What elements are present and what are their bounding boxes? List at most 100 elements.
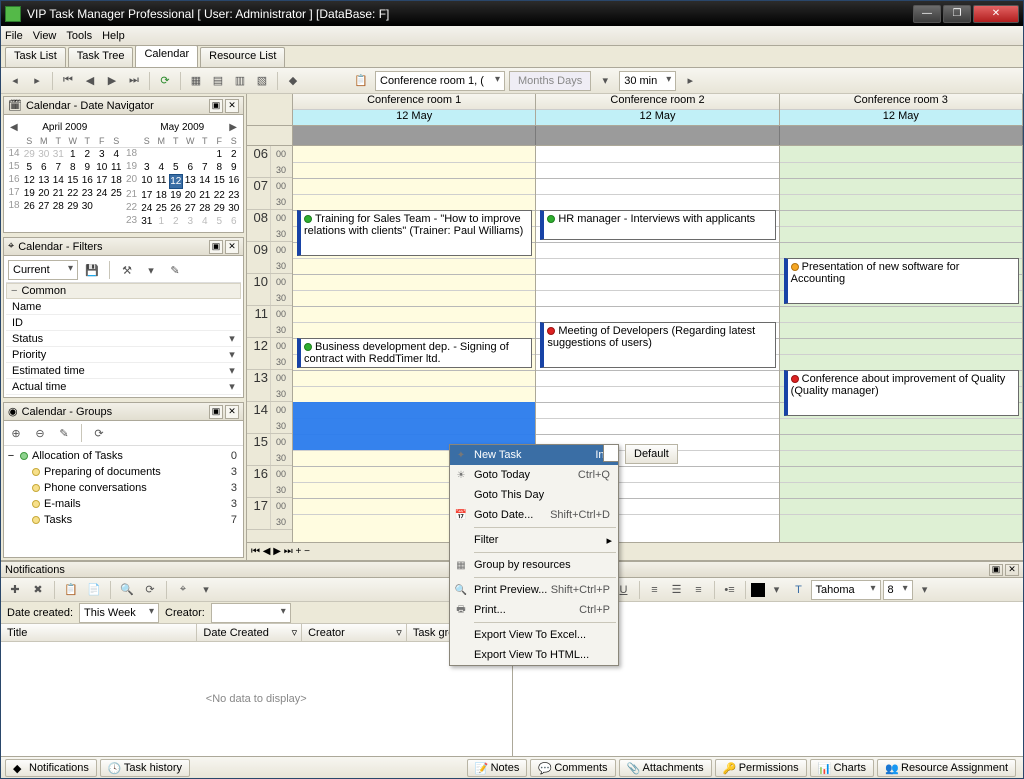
group-item[interactable]: Preparing of documents3 xyxy=(6,464,241,480)
calendar-day[interactable]: 10 xyxy=(140,174,155,189)
calendar-day[interactable]: 3 xyxy=(140,161,155,174)
col-date-created[interactable]: Date Created▿ xyxy=(197,624,302,641)
menu-item[interactable]: 🔍Print Preview...Shift+Ctrl+P xyxy=(450,580,618,600)
notif-tool[interactable]: ▾ xyxy=(196,580,216,600)
calendar-day[interactable]: 27 xyxy=(37,200,52,213)
calendar-day[interactable]: 31 xyxy=(140,215,155,228)
calendar-day[interactable]: 17 xyxy=(140,189,155,202)
menu-view[interactable]: View xyxy=(33,30,57,42)
appointment[interactable]: Business development dep. - Signing of c… xyxy=(297,338,532,368)
color-swatch[interactable] xyxy=(751,583,765,597)
filter-row[interactable]: Status▾ xyxy=(6,331,241,347)
grp-tool-4[interactable]: ⟳ xyxy=(89,423,109,443)
notif-tool[interactable]: ⌖ xyxy=(173,580,193,600)
appointment[interactable]: Meeting of Developers (Regarding latest … xyxy=(540,322,775,368)
calendar-day[interactable]: 24 xyxy=(140,202,155,215)
prev-month-icon[interactable]: ◀ xyxy=(10,122,18,133)
font-name-combo[interactable]: Tahoma xyxy=(811,580,881,600)
menu-item[interactable]: Export View To Excel... xyxy=(450,625,618,645)
color-dropdown-icon[interactable]: ▾ xyxy=(767,580,787,600)
panel-pin-icon[interactable]: ▣ xyxy=(209,405,223,419)
menu-item[interactable]: ☀Goto TodayCtrl+Q xyxy=(450,465,618,485)
filter-preset-combo[interactable]: Current xyxy=(8,260,78,280)
calendar-day[interactable]: 5 xyxy=(22,161,37,174)
remove-icon[interactable]: − xyxy=(304,546,310,557)
date-created-combo[interactable]: This Week xyxy=(79,603,159,623)
calendar-day[interactable]: 19 xyxy=(169,189,184,202)
calendar-day[interactable]: 22 xyxy=(66,187,81,200)
scale-buttons[interactable]: Months Days xyxy=(509,71,591,91)
tab-resource-list[interactable]: Resource List xyxy=(200,47,285,67)
calendar-day[interactable]: 5 xyxy=(169,161,184,174)
calendar-day[interactable]: 30 xyxy=(37,148,52,161)
calendar-day[interactable]: 9 xyxy=(80,161,95,174)
calendar-day[interactable]: 1 xyxy=(66,148,81,161)
calendar-day[interactable]: 21 xyxy=(51,187,66,200)
calendar-day[interactable] xyxy=(169,148,184,161)
calendar-day[interactable]: 21 xyxy=(198,189,213,202)
calendar-day[interactable]: 16 xyxy=(80,174,95,187)
calendar-day[interactable]: 14 xyxy=(198,174,213,189)
appointment[interactable]: Conference about improvement of Quality … xyxy=(784,370,1019,416)
calendar-day[interactable]: 8 xyxy=(66,161,81,174)
rt-tool[interactable]: ▾ xyxy=(915,580,935,600)
bottom-tab-notifications[interactable]: ◆Notifications xyxy=(5,759,97,777)
calendar-day[interactable]: 14 xyxy=(51,174,66,187)
calendar-day[interactable] xyxy=(183,148,198,161)
panel-close-icon[interactable]: ✕ xyxy=(1005,564,1019,576)
nav-next-button[interactable]: ▶ xyxy=(102,71,122,91)
calendar-day[interactable]: 15 xyxy=(66,174,81,187)
panel-close-icon[interactable]: ✕ xyxy=(225,405,239,419)
align-center-button[interactable]: ☰ xyxy=(667,580,687,600)
filter-tool-2[interactable]: ▾ xyxy=(141,260,161,280)
default-button[interactable]: Default xyxy=(625,444,678,464)
group-root[interactable]: −Allocation of Tasks0 xyxy=(6,448,241,464)
calendar-day[interactable]: 9 xyxy=(227,161,242,174)
calendar-day[interactable]: 5 xyxy=(212,215,227,228)
calendar-day[interactable]: 8 xyxy=(212,161,227,174)
align-left-button[interactable]: ≡ xyxy=(645,580,665,600)
filter-tool-3[interactable]: ✎ xyxy=(165,260,185,280)
bottom-tab-comments[interactable]: 💬Comments xyxy=(530,759,615,777)
menu-tools[interactable]: Tools xyxy=(66,30,92,42)
calendar-day[interactable]: 4 xyxy=(109,148,124,161)
allday-cell[interactable] xyxy=(536,126,779,145)
calendar-day[interactable]: 20 xyxy=(183,189,198,202)
col-title[interactable]: Title xyxy=(1,624,197,641)
nav-first-icon[interactable]: ⏮ xyxy=(251,546,260,557)
filter-save-icon[interactable]: 💾 xyxy=(82,260,102,280)
notif-tool[interactable]: 🔍 xyxy=(117,580,137,600)
calendar-day[interactable]: 13 xyxy=(37,174,52,187)
calendar-day[interactable]: 6 xyxy=(37,161,52,174)
scale-dropdown-icon[interactable]: ▾ xyxy=(595,71,615,91)
tab-calendar[interactable]: Calendar xyxy=(135,45,198,67)
calendar-day[interactable]: 29 xyxy=(22,148,37,161)
calendar-day[interactable]: 28 xyxy=(198,202,213,215)
grp-tool-1[interactable]: ⊕ xyxy=(6,423,26,443)
add-icon[interactable]: + xyxy=(296,546,302,557)
calendar-day[interactable]: 3 xyxy=(183,215,198,228)
calendar-day[interactable] xyxy=(109,200,124,213)
calendar-day[interactable]: 30 xyxy=(80,200,95,213)
filter-row[interactable]: Actual time▾ xyxy=(6,379,241,395)
notif-tool[interactable]: ⟳ xyxy=(140,580,160,600)
grid-btn-1[interactable]: ▦ xyxy=(186,71,206,91)
col-creator[interactable]: Creator▿ xyxy=(302,624,407,641)
bottom-tab-resource-assignment[interactable]: 👥Resource Assignment xyxy=(877,759,1016,777)
history-fwd-button[interactable]: ▸ xyxy=(27,71,47,91)
calendar-col-3[interactable]: Presentation of new software for Account… xyxy=(780,146,1023,542)
font-size-combo[interactable]: 8 xyxy=(883,580,913,600)
calendar-day[interactable] xyxy=(154,148,169,161)
group-item[interactable]: Phone conversations3 xyxy=(6,480,241,496)
calendar-day[interactable]: 2 xyxy=(227,148,242,161)
allday-cell[interactable] xyxy=(780,126,1023,145)
filter-row[interactable]: Name xyxy=(6,299,241,315)
calendar-day[interactable]: 11 xyxy=(109,161,124,174)
tab-task-tree[interactable]: Task Tree xyxy=(68,47,134,67)
align-right-button[interactable]: ≡ xyxy=(689,580,709,600)
nav-last-icon[interactable]: ⏭ xyxy=(284,546,293,557)
history-back-button[interactable]: ◂ xyxy=(5,71,25,91)
menu-item[interactable]: Filter▸ xyxy=(450,530,618,550)
refresh-button[interactable]: ⟳ xyxy=(155,71,175,91)
panel-pin-icon[interactable]: ▣ xyxy=(209,240,223,254)
